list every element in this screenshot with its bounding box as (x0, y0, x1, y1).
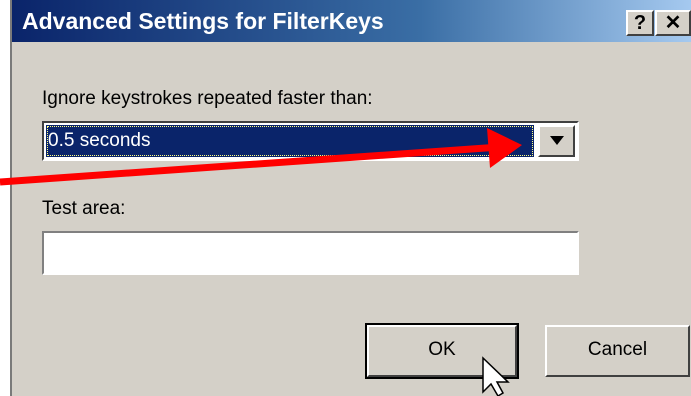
close-button[interactable]: ✕ (655, 10, 691, 36)
dropdown-arrow-button[interactable] (538, 125, 575, 157)
ok-button[interactable]: OK (365, 323, 519, 379)
test-area-input[interactable] (42, 231, 579, 275)
chevron-down-icon (550, 136, 564, 145)
filterkeys-dialog: Advanced Settings for FilterKeys ? ✕ Ign… (10, 0, 691, 396)
window-title: Advanced Settings for FilterKeys (22, 8, 384, 34)
help-button[interactable]: ? (626, 10, 654, 36)
repeat-delay-dropdown[interactable]: 0.5 seconds (42, 121, 579, 161)
repeat-delay-value[interactable]: 0.5 seconds (46, 125, 534, 157)
title-bar[interactable]: Advanced Settings for FilterKeys ? ✕ (12, 0, 691, 42)
cancel-button[interactable]: Cancel (545, 325, 690, 377)
test-area-label: Test area: (42, 198, 126, 219)
ignore-keystrokes-label: Ignore keystrokes repeated faster than: (42, 88, 373, 109)
